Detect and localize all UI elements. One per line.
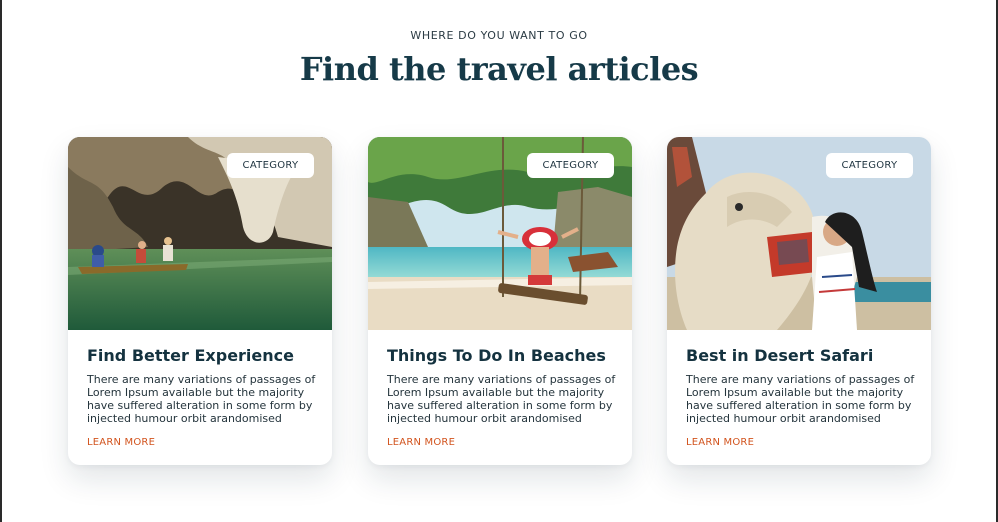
learn-more-link[interactable]: LEARN MORE [387,437,455,448]
learn-more-link[interactable]: LEARN MORE [87,437,155,448]
card-title[interactable]: Find Better Experience [87,346,294,365]
card-description: There are many variations of passages of… [387,373,616,425]
card-description: There are many variations of passages of… [686,373,915,425]
card-title[interactable]: Best in Desert Safari [686,346,873,365]
category-badge[interactable]: CATEGORY [826,153,913,178]
cave-boat-image[interactable]: CATEGORY [68,137,332,330]
article-card-2[interactable]: CATEGORY Things To Do In Beaches There a… [368,137,632,465]
card-description: There are many variations of passages of… [87,373,316,425]
category-badge[interactable]: CATEGORY [227,153,314,178]
beach-swing-image[interactable]: CATEGORY [368,137,632,330]
category-badge[interactable]: CATEGORY [527,153,614,178]
article-card-1[interactable]: CATEGORY Find Better Experience There ar… [68,137,332,465]
article-card-3[interactable]: CATEGORY Best in Desert Safari There are… [667,137,931,465]
section-title: Find the travel articles [299,50,699,88]
camel-desert-image[interactable]: CATEGORY [667,137,931,330]
card-title[interactable]: Things To Do In Beaches [387,346,606,365]
learn-more-link[interactable]: LEARN MORE [686,437,754,448]
section-eyebrow: WHERE DO YOU WANT TO GO [410,29,588,42]
